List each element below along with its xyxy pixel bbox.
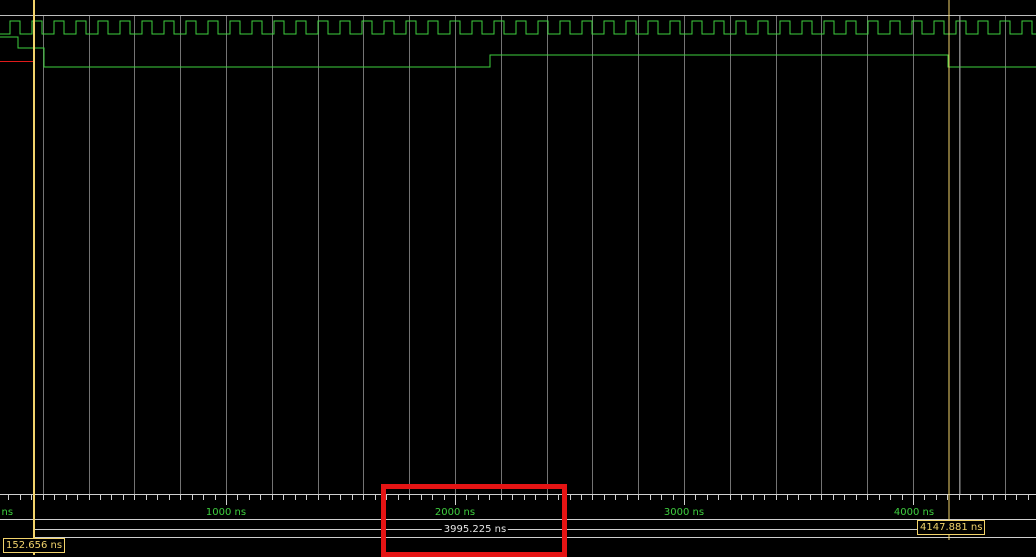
axis-label-4000ns: 4000 ns [893,507,935,518]
axis-label-1000ns: 1000 ns [205,507,247,518]
cursor-right-time-tag[interactable]: 4147.881 ns [917,520,986,535]
axis-label-0ns: 0 ns [0,507,14,518]
highlight-annotation-box [381,484,567,557]
cursor-left-time-tag[interactable]: 152.656 ns [3,538,66,553]
axis-label-3000ns: 3000 ns [663,507,705,518]
signal-traces [0,15,1036,68]
clock-signal-trace [0,20,1036,35]
time-grid [43,16,1006,494]
step-signal-trace [0,36,1036,68]
waveform-canvas[interactable] [0,0,1036,555]
